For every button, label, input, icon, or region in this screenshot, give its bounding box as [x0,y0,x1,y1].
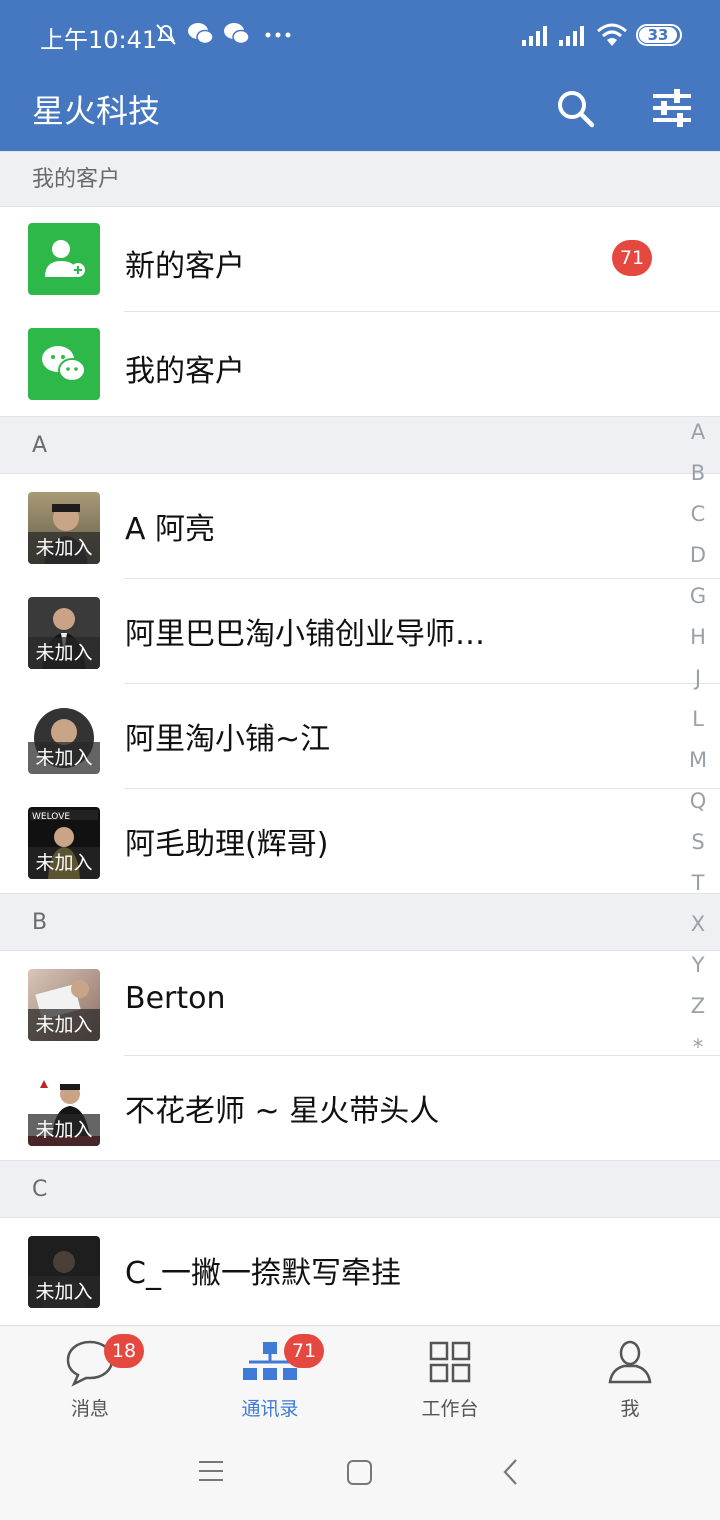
bell-off-icon [156,24,176,45]
contact-name: 阿里淘小铺~江 [125,722,331,757]
avatar: 未加入 [28,597,100,669]
battery-level: 33 [639,27,677,43]
back-icon[interactable] [498,1457,524,1487]
tab-me[interactable]: 我 [540,1326,720,1426]
contact-name: A 阿亮 [125,512,216,547]
index-letter[interactable]: Z [676,986,720,1027]
signal-icon [522,26,547,46]
home-icon[interactable] [345,1458,375,1486]
title-bar: 星火科技 [0,70,720,151]
not-joined-tag: 未加入 [28,742,100,774]
item-label: 新的客户 [125,249,245,284]
contact-name: 阿毛助理(辉哥) [125,827,329,862]
index-letter[interactable]: D [676,535,720,576]
avatar: WELOVE 未加入 [28,807,100,879]
contact-row[interactable]: WELOVE 未加入 阿毛助理(辉哥) [0,789,680,894]
index-letter[interactable]: A [676,412,720,453]
index-letter[interactable]: G [676,576,720,617]
battery-icon: 33 [636,24,682,46]
index-letter[interactable]: C [676,494,720,535]
page-title: 星火科技 [32,92,161,130]
menu-icon[interactable] [196,1458,226,1484]
item-label: 我的客户 [125,354,245,389]
bottom-tab-bar: 18 消息 71 通讯录 工作台 我 [0,1325,720,1425]
index-letter[interactable]: J [676,658,720,699]
contact-row[interactable]: 未加入 Berton [0,951,720,1056]
not-joined-tag: 未加入 [28,1114,100,1146]
section-label: A [32,433,48,458]
status-bar: 上午10:41 33 [0,0,720,70]
index-letter[interactable]: Y [676,945,720,986]
avatar: 未加入 [28,702,100,774]
wifi-icon [597,23,627,46]
index-letter[interactable]: * [676,1027,720,1068]
index-letter[interactable]: B [676,453,720,494]
index-letter[interactable]: M [676,740,720,781]
section-label: 我的客户 [32,167,121,192]
section-header-my-customers: 我的客户 [0,151,720,207]
new-customers-badge: 71 [612,240,652,276]
not-joined-tag: 未加入 [28,1276,100,1308]
index-letter[interactable]: Q [676,781,720,822]
wechat-icon [224,23,250,45]
section-header-a: A [0,416,720,474]
contact-name: C_一撇一捺默写牵挂 [125,1256,401,1291]
wechat-icon [28,328,100,400]
section-label: B [32,910,48,935]
my-customers-item[interactable]: 我的客户 [0,312,680,417]
signal-icon [559,26,584,46]
status-time: 上午10:41 [40,26,158,54]
index-letter[interactable]: S [676,822,720,863]
not-joined-tag: 未加入 [28,847,100,879]
grid-icon [429,1341,471,1383]
filter-sliders-icon[interactable] [647,84,697,134]
alphabet-index[interactable]: A B C D G H J L M Q S T X Y Z * [676,412,720,1068]
tab-label: 通讯录 [241,1398,299,1420]
contact-row[interactable]: 未加入 阿里淘小铺~江 [0,684,720,789]
index-letter[interactable]: T [676,863,720,904]
new-customers-item[interactable]: 新的客户 71 [0,207,720,312]
contact-row[interactable]: 未加入 A 阿亮 [0,474,720,579]
contact-row[interactable]: 未加入 C_一撇一捺默写牵挂 [0,1218,680,1323]
section-label: C [32,1177,48,1202]
index-letter[interactable]: H [676,617,720,658]
section-header-b: B [0,893,720,951]
avatar: 未加入 [28,1074,100,1146]
tab-workbench[interactable]: 工作台 [360,1326,540,1426]
svg-text:WELOVE: WELOVE [32,812,70,822]
index-letter[interactable]: X [676,904,720,945]
tab-label: 我 [620,1398,640,1420]
system-nav-bar [0,1425,720,1520]
person-icon [608,1340,652,1384]
not-joined-tag: 未加入 [28,1009,100,1041]
index-letter[interactable]: L [676,699,720,740]
messages-badge: 18 [104,1334,144,1368]
tab-contacts[interactable]: 71 通讯录 [180,1326,360,1426]
contacts-badge: 71 [284,1334,324,1368]
contact-row[interactable]: 未加入 不花老师 ~ 星火带头人 [0,1056,680,1161]
search-icon[interactable] [550,84,600,134]
contact-name: 不花老师 ~ 星火带头人 [125,1094,440,1129]
section-header-c: C [0,1160,720,1218]
wechat-icon [188,23,214,45]
more-dots-icon [265,32,291,38]
avatar: 未加入 [28,969,100,1041]
tab-messages[interactable]: 18 消息 [0,1326,180,1426]
contact-name: Berton [125,981,226,1016]
avatar: 未加入 [28,492,100,564]
add-contact-icon [28,223,100,295]
avatar: 未加入 [28,1236,100,1308]
tab-label: 消息 [70,1398,109,1420]
contact-name: 阿里巴巴淘小铺创业导师… [125,617,485,652]
not-joined-tag: 未加入 [28,532,100,564]
contact-row[interactable]: 未加入 阿里巴巴淘小铺创业导师… [0,579,720,684]
not-joined-tag: 未加入 [28,637,100,669]
tab-label: 工作台 [421,1398,479,1420]
